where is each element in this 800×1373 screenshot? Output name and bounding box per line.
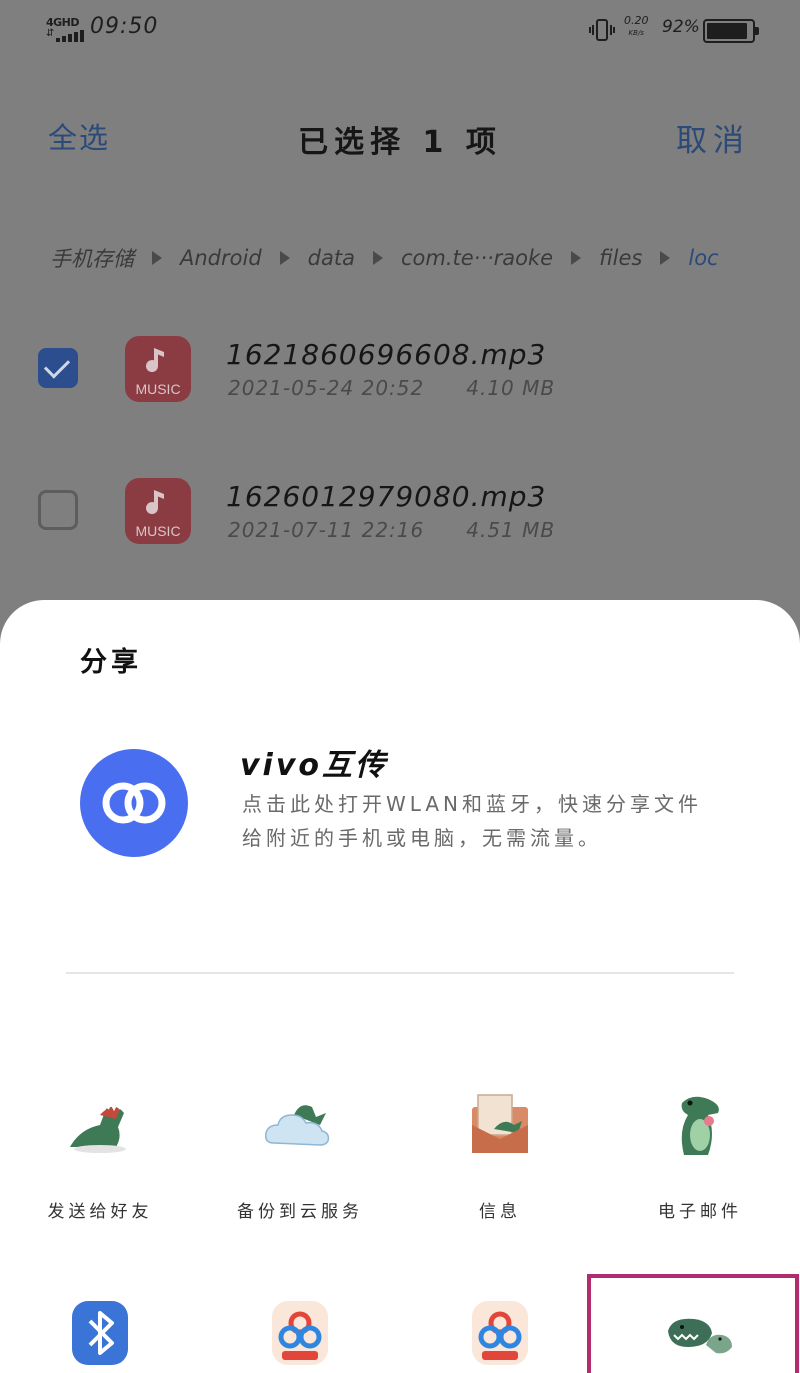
share-app-label: 备份到云服务 bbox=[237, 1202, 363, 1222]
file-meta: 2021-05-24 20:52 4.10 MB bbox=[228, 376, 555, 400]
share-app-label: 发送给好友 bbox=[47, 1202, 153, 1222]
share-sheet: 分享 vivo互传 点击此处打开WLAN和蓝牙，快速分享文件给附近的手机或电脑，… bbox=[0, 600, 800, 1373]
music-file-icon: MUSIC bbox=[125, 336, 191, 402]
share-app-label: 电子邮件 bbox=[658, 1202, 742, 1222]
file-name: 1626012979080.mp3 bbox=[226, 480, 547, 513]
file-date: 2021-07-11 22:16 bbox=[228, 518, 425, 542]
breadcrumb-item[interactable]: com.te···raoke bbox=[401, 246, 553, 270]
file-name: 1621860696608.mp3 bbox=[226, 338, 547, 371]
breadcrumb-item-current[interactable]: loc bbox=[688, 246, 718, 270]
battery-percent: 92% bbox=[662, 17, 700, 37]
breadcrumb-item[interactable]: files bbox=[599, 246, 642, 270]
baidu-cloud-icon bbox=[272, 1301, 328, 1365]
checkbox-checked[interactable] bbox=[38, 348, 78, 388]
music-file-icon: MUSIC bbox=[125, 478, 191, 544]
share-app-message[interactable]: 信息 bbox=[400, 1085, 600, 1235]
vivo-share-option[interactable]: vivo互传 点击此处打开WLAN和蓝牙，快速分享文件给附近的手机或电脑，无需流… bbox=[0, 740, 800, 880]
divider bbox=[66, 972, 734, 974]
dino-email-icon bbox=[681, 1096, 719, 1155]
chevron-right-icon bbox=[372, 251, 383, 265]
file-size: 4.10 MB bbox=[466, 376, 556, 400]
file-date: 2021-05-24 20:52 bbox=[228, 376, 425, 400]
dino-cloud-icon bbox=[264, 1105, 330, 1146]
vivo-share-description: 点击此处打开WLAN和蓝牙，快速分享文件给附近的手机或电脑，无需流量。 bbox=[242, 792, 703, 850]
vivo-share-icon bbox=[80, 749, 188, 857]
share-app-bluetooth[interactable] bbox=[0, 1293, 200, 1373]
cancel-button[interactable]: 取消 bbox=[676, 115, 750, 160]
checkbox-unchecked[interactable] bbox=[38, 490, 78, 530]
file-meta: 2021-07-11 22:16 4.51 MB bbox=[228, 518, 555, 542]
breadcrumb-item[interactable]: Android bbox=[180, 246, 262, 270]
chevron-right-icon bbox=[279, 251, 290, 265]
share-app-cloud-backup[interactable]: 备份到云服务 bbox=[200, 1085, 400, 1235]
selection-highlight bbox=[587, 1274, 799, 1373]
chevron-right-icon bbox=[571, 251, 582, 265]
share-app-send-friend[interactable]: 发送给好友 bbox=[0, 1085, 200, 1235]
breadcrumb-item[interactable]: 手机存储 bbox=[50, 243, 134, 273]
chevron-right-icon bbox=[152, 251, 162, 265]
selection-toolbar: 全选 已选择 1 项 取消 bbox=[0, 105, 800, 169]
dino-message-icon bbox=[472, 1094, 528, 1153]
chevron-right-icon bbox=[660, 251, 671, 265]
vivo-share-title: vivo互传 bbox=[240, 748, 389, 783]
bluetooth-icon bbox=[72, 1301, 128, 1365]
clock: 09:50 bbox=[90, 14, 159, 39]
file-row[interactable]: MUSIC 1621860696608.mp3 2021-05-24 20:52… bbox=[0, 320, 800, 420]
breadcrumb: 手机存储 Android data com.te···raoke files l… bbox=[50, 243, 800, 273]
share-sheet-title: 分享 bbox=[80, 647, 142, 678]
file-size: 4.51 MB bbox=[466, 518, 556, 542]
vibrate-icon bbox=[589, 19, 615, 41]
file-row[interactable]: MUSIC 1626012979080.mp3 2021-07-11 22:16… bbox=[0, 462, 800, 562]
baidu-cloud-icon bbox=[472, 1301, 528, 1365]
breadcrumb-item[interactable]: data bbox=[308, 246, 355, 270]
dino-send-icon bbox=[70, 1100, 126, 1153]
share-app-label: 信息 bbox=[479, 1202, 521, 1222]
battery-icon bbox=[703, 19, 759, 43]
share-app-email[interactable]: 电子邮件 bbox=[600, 1085, 800, 1235]
share-app-baidu-cloud[interactable] bbox=[200, 1293, 400, 1373]
status-bar: 4GHD ⇵ 09:50 0.20 KB/s 92% bbox=[0, 0, 800, 60]
share-app-baidu-cloud-2[interactable] bbox=[400, 1293, 600, 1373]
network-speed: 0.20 KB/s bbox=[624, 14, 649, 38]
signal-icon: 4GHD ⇵ bbox=[46, 16, 84, 44]
